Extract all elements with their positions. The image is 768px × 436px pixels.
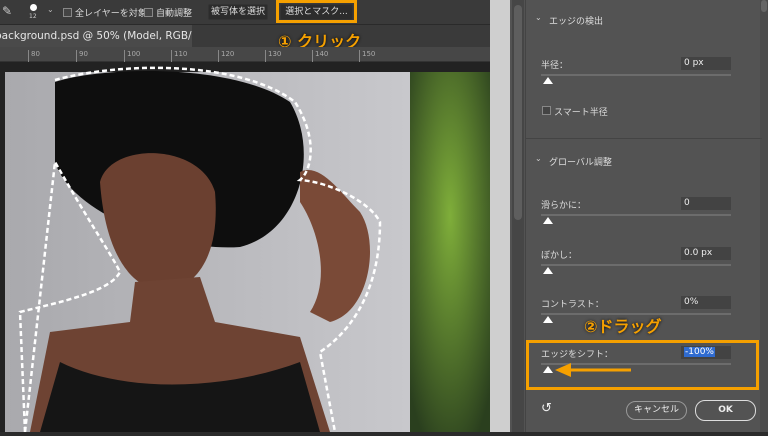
feather-slider[interactable] <box>541 264 731 266</box>
shift-edge-input[interactable]: -100% <box>681 346 731 359</box>
feather-slider-thumb[interactable] <box>543 267 553 274</box>
smooth-label: 滑らかに： <box>541 201 587 211</box>
smooth-slider[interactable] <box>541 214 731 216</box>
contrast-label: コントラスト： <box>541 300 604 310</box>
ruler-tick: 130 <box>265 50 281 62</box>
radius-label: 半径： <box>541 61 569 71</box>
smart-radius-label: スマート半径 <box>554 108 608 118</box>
ruler-tick: 120 <box>218 50 234 62</box>
ruler-tick: 150 <box>359 50 375 62</box>
arrow-left-icon <box>555 363 631 377</box>
select-and-mask-button[interactable]: 選択とマスク... <box>280 4 353 20</box>
shift-edge-value: -100% <box>684 347 715 357</box>
contrast-slider-thumb[interactable] <box>543 316 553 323</box>
global-refinements-title[interactable]: グローバル調整 <box>549 155 612 168</box>
select-subject-button[interactable]: 被写体を選択 <box>208 4 268 20</box>
chevron-down-icon[interactable]: ⌄ <box>47 5 54 14</box>
radius-slider-thumb[interactable] <box>543 77 553 84</box>
panel-gutter <box>490 0 510 432</box>
feather-input[interactable]: 0.0 px <box>681 247 731 260</box>
canvas[interactable] <box>0 62 490 433</box>
cancel-button[interactable]: キャンセル <box>626 401 687 420</box>
step2-annotation: ②ドラッグ <box>584 317 662 336</box>
ruler-tick: 90 <box>76 50 88 62</box>
horizontal-ruler: 80 90 100 110 120 130 140 150 <box>0 47 500 62</box>
edge-detection-title[interactable]: エッジの検出 <box>549 14 603 27</box>
document-tab[interactable]: background.psd @ 50% (Model, RGB/8#) <box>0 25 192 47</box>
reset-icon[interactable]: ↺ <box>541 401 552 416</box>
ruler-tick: 110 <box>171 50 187 62</box>
panel-scrollbar-thumb[interactable] <box>761 0 767 12</box>
panel-scrollbar[interactable] <box>760 0 768 432</box>
feather-label: ぼかし： <box>541 251 578 261</box>
smart-radius-checkbox[interactable] <box>542 106 551 115</box>
divider <box>526 138 762 139</box>
ruler-tick: 140 <box>312 50 328 62</box>
brush-preview-icon[interactable] <box>30 4 37 11</box>
ruler-tick: 100 <box>124 50 140 62</box>
brush-tool-icon[interactable]: ✎ <box>2 4 12 18</box>
smooth-slider-thumb[interactable] <box>543 217 553 224</box>
options-bar: ✎ 12 ⌄ 全レイヤーを対象 自動調整 被写体を選択 選択とマスク... <box>0 0 500 25</box>
contrast-input[interactable]: 0% <box>681 296 731 309</box>
document-title: background.psd @ 50% (Model, RGB/8#) <box>0 30 192 42</box>
ruler-tick: 80 <box>28 50 40 62</box>
brush-size: 12 <box>29 13 37 20</box>
all-layers-checkbox[interactable] <box>63 8 72 17</box>
chevron-down-icon[interactable]: ⌄ <box>535 13 542 22</box>
radius-slider[interactable] <box>541 74 731 76</box>
all-layers-label: 全レイヤーを対象 <box>75 9 147 19</box>
radius-input[interactable]: 0 px <box>681 57 731 70</box>
scrollbar-thumb[interactable] <box>514 5 522 220</box>
chevron-down-icon[interactable]: ⌄ <box>535 154 542 163</box>
ok-button[interactable]: OK <box>695 400 756 421</box>
smooth-input[interactable]: 0 <box>681 197 731 210</box>
auto-enhance-checkbox[interactable] <box>144 8 153 17</box>
photo <box>5 66 490 433</box>
auto-enhance-label: 自動調整 <box>156 9 193 19</box>
shift-edge-label: エッジをシフト： <box>541 350 614 360</box>
shift-edge-slider-thumb[interactable] <box>543 366 553 373</box>
